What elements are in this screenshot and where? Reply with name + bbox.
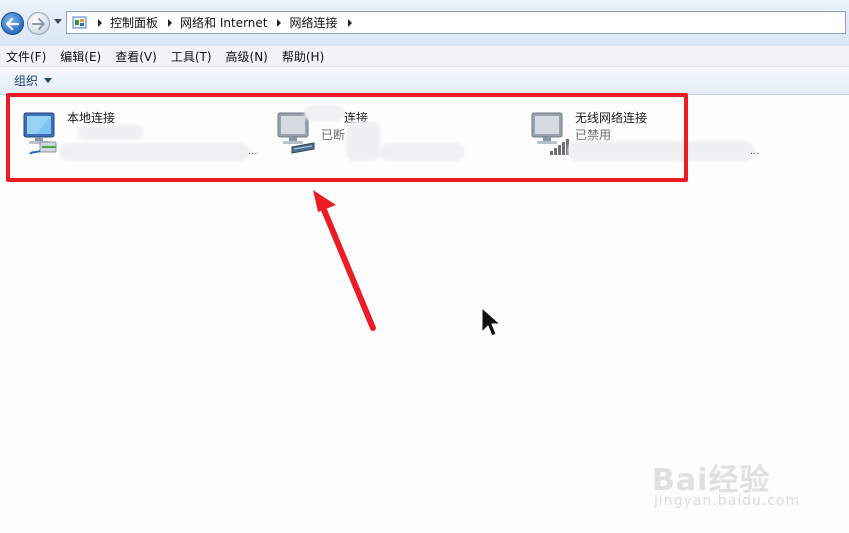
- baidu-jingyan-watermark: Bai经验 jingyan.baidu.com: [652, 455, 812, 515]
- mouse-cursor-icon: [481, 306, 502, 337]
- annotation-overlay: [313, 190, 502, 337]
- watermark-url: jingyan.baidu.com: [654, 493, 801, 509]
- annotation-arrow-icon: [313, 190, 376, 331]
